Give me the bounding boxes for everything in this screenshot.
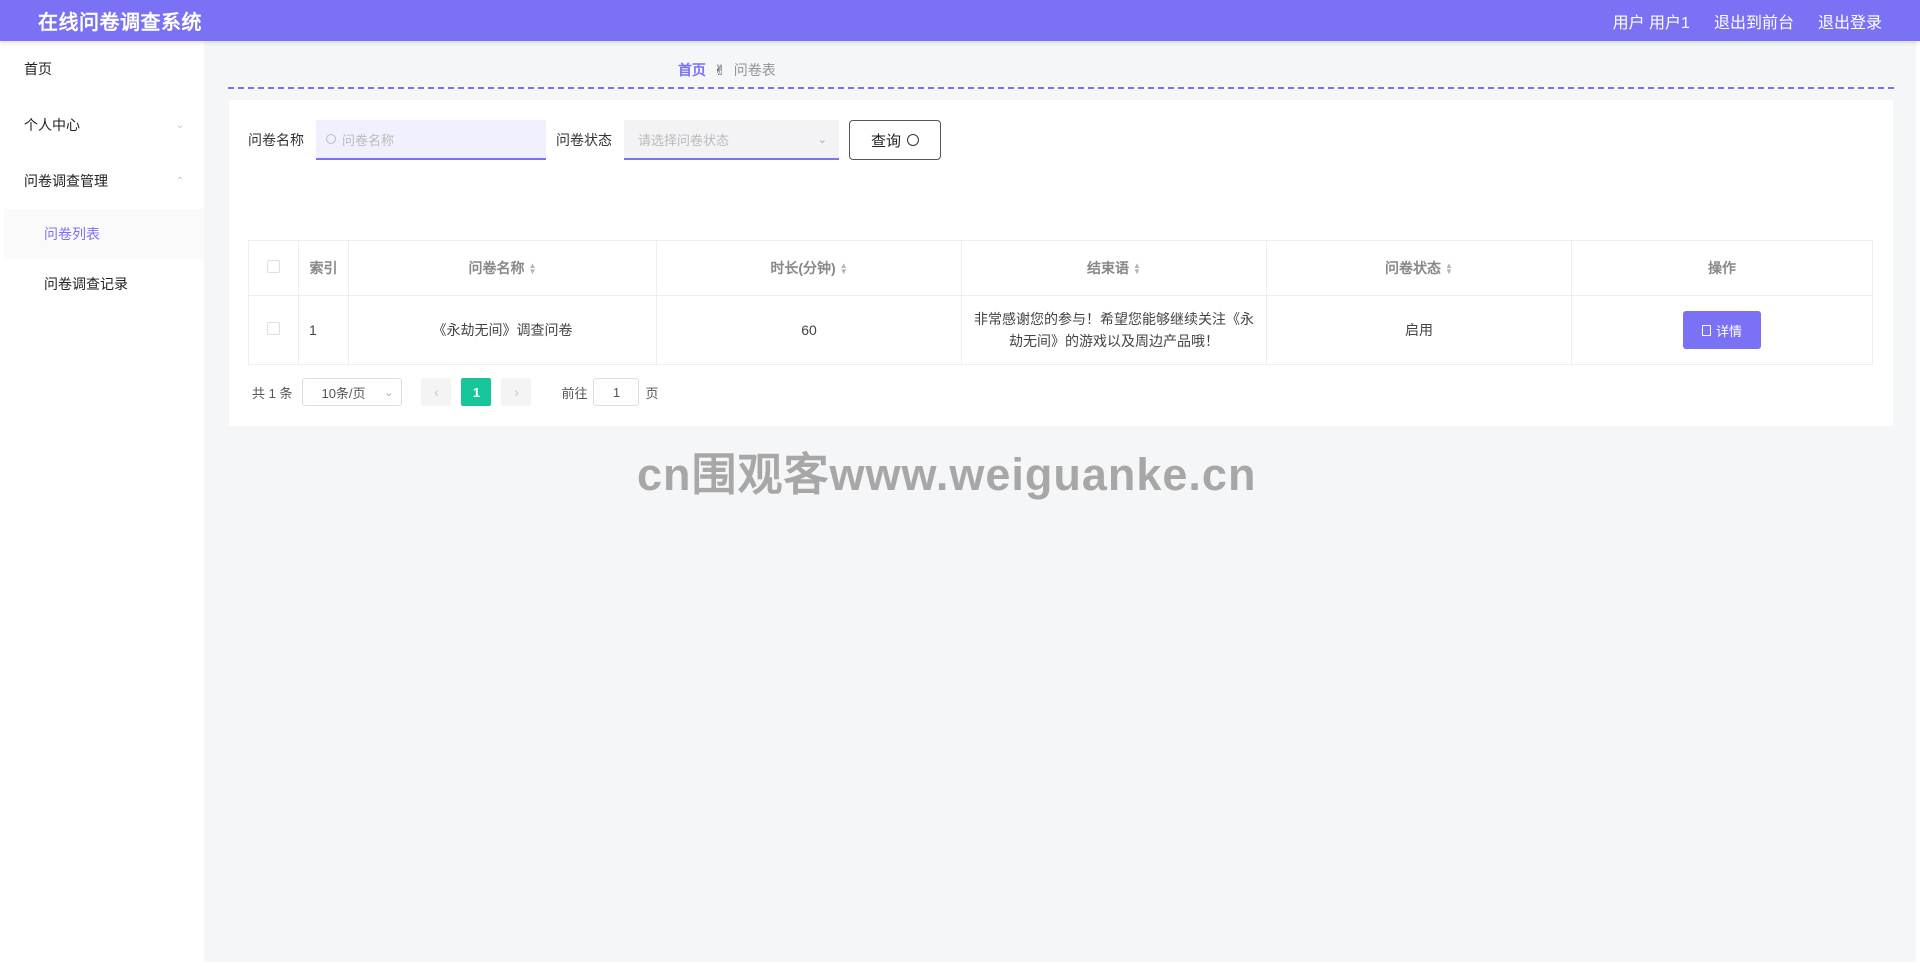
sidebar-item-survey-list[interactable]: 问卷列表 bbox=[4, 209, 204, 259]
survey-name-placeholder: 问卷名称 bbox=[342, 132, 395, 148]
sort-icon[interactable]: ▲ ▼ bbox=[1133, 262, 1141, 276]
search-bar: 问卷名称 问卷名称 问卷状态 请选择问卷状态 ⌄ 查询 bbox=[248, 120, 941, 160]
content-card: 问卷名称 问卷名称 问卷状态 请选择问卷状态 ⌄ 查询 索引 问卷名称 ▲ ▼ 时长… bbox=[229, 100, 1893, 426]
sidebar-item-label: 首页 bbox=[24, 61, 52, 77]
row-ending: 非常感谢您的参与！希望您能够继续关注《永劫无间》的游戏以及周边产品哦！ bbox=[961, 295, 1267, 365]
col-ending-label: 结束语 bbox=[1087, 260, 1130, 276]
sidebar-item-profile[interactable]: 个人中心 ⌄ bbox=[4, 97, 204, 153]
goto-label: 前往 bbox=[561, 385, 588, 401]
sidebar-item-label: 问卷列表 bbox=[44, 226, 100, 242]
row-status: 启用 bbox=[1266, 295, 1572, 365]
col-ending[interactable]: 结束语 ▲ ▼ bbox=[961, 240, 1267, 296]
search-icon bbox=[907, 134, 919, 146]
header-actions: 用户 用户1 退出到前台 退出登录 bbox=[1613, 9, 1882, 33]
watermark: cn围观客www.weiguanke.cn bbox=[637, 449, 1257, 500]
page-size-value: 10条/页 bbox=[321, 385, 366, 401]
col-index: 索引 bbox=[298, 240, 349, 296]
select-all-cell bbox=[248, 240, 299, 296]
chevron-down-icon: ⌄ bbox=[175, 119, 184, 131]
table-header-row: 索引 问卷名称 ▲ ▼ 时长(分钟) ▲ ▼ 结束语 ▲ ▼ 问卷状态 ▲ ▼ 操作 bbox=[248, 240, 1873, 296]
exit-to-frontend-link[interactable]: 退出到前台 bbox=[1714, 9, 1794, 33]
sidebar-item-label: 个人中心 bbox=[24, 117, 80, 133]
sidebar-item-home[interactable]: 首页 bbox=[4, 41, 204, 97]
breadcrumb-current: 问卷表 bbox=[733, 62, 776, 78]
app-title: 在线问卷调查系统 bbox=[38, 12, 202, 34]
search-icon bbox=[326, 134, 336, 144]
page-size-select[interactable]: 10条/页 ⌄ bbox=[302, 378, 403, 406]
sidebar-item-survey-management[interactable]: 问卷调查管理 ⌃ bbox=[4, 153, 204, 209]
table-row: 1 《永劫无间》调查问卷 60 非常感谢您的参与！希望您能够继续关注《永劫无间》… bbox=[248, 295, 1873, 365]
pagination: 共 1 条 10条/页 ⌄ ‹ 1 › 前往 1 页 bbox=[252, 378, 659, 406]
breadcrumb-home[interactable]: 首页 bbox=[678, 60, 706, 80]
status-label: 问卷状态 bbox=[556, 132, 612, 148]
col-duration-label: 时长(分钟) bbox=[770, 260, 836, 276]
select-all-checkbox[interactable] bbox=[267, 260, 280, 273]
detail-button[interactable]: 详情 bbox=[1683, 311, 1761, 349]
sidebar: 首页 个人中心 ⌄ 问卷调查管理 ⌃ 问卷列表 问卷调查记录 bbox=[4, 41, 204, 963]
logout-link[interactable]: 退出登录 bbox=[1818, 9, 1882, 33]
name-label: 问卷名称 bbox=[248, 132, 304, 148]
col-name-label: 问卷名称 bbox=[468, 260, 525, 276]
sort-icon[interactable]: ▲ ▼ bbox=[529, 262, 537, 276]
survey-status-select[interactable]: 请选择问卷状态 ⌄ bbox=[624, 120, 839, 160]
survey-status-placeholder: 请选择问卷状态 bbox=[638, 132, 730, 148]
row-duration: 60 bbox=[656, 295, 962, 365]
col-action: 操作 bbox=[1571, 240, 1873, 296]
chevron-down-icon: ⌄ bbox=[817, 133, 827, 146]
next-page-button[interactable]: › bbox=[501, 378, 532, 406]
page-number-current[interactable]: 1 bbox=[461, 378, 492, 406]
goto-page-input[interactable]: 1 bbox=[593, 378, 640, 406]
chevron-up-icon: ⌃ bbox=[175, 175, 184, 187]
survey-name-input[interactable]: 问卷名称 bbox=[316, 120, 546, 160]
sidebar-item-label: 问卷调查管理 bbox=[24, 173, 108, 189]
hand-icon: ✌ bbox=[714, 61, 726, 78]
document-icon bbox=[1701, 324, 1711, 336]
col-name[interactable]: 问卷名称 ▲ ▼ bbox=[348, 240, 657, 296]
page-jumper: 前往 1 页 bbox=[561, 378, 659, 406]
breadcrumb: 首页 ✌ 问卷表 bbox=[678, 60, 776, 80]
chevron-down-icon: ⌄ bbox=[384, 386, 394, 399]
survey-table: 索引 问卷名称 ▲ ▼ 时长(分钟) ▲ ▼ 结束语 ▲ ▼ 问卷状态 ▲ ▼ 操作 1 《永劫… bbox=[248, 240, 1873, 365]
col-status-label: 问卷状态 bbox=[1385, 260, 1442, 276]
prev-page-button[interactable]: ‹ bbox=[421, 378, 452, 406]
page-suffix: 页 bbox=[645, 385, 659, 401]
col-status[interactable]: 问卷状态 ▲ ▼ bbox=[1266, 240, 1572, 296]
detail-button-label: 详情 bbox=[1715, 323, 1742, 339]
sort-icon[interactable]: ▲ ▼ bbox=[1445, 262, 1453, 276]
sidebar-item-survey-records[interactable]: 问卷调查记录 bbox=[4, 259, 204, 309]
sort-icon[interactable]: ▲ ▼ bbox=[840, 262, 848, 276]
row-index: 1 bbox=[298, 295, 349, 365]
breadcrumb-divider bbox=[228, 87, 1894, 89]
query-button[interactable]: 查询 bbox=[849, 120, 941, 160]
row-select-cell bbox=[248, 295, 299, 365]
row-checkbox[interactable] bbox=[267, 322, 280, 335]
row-action-cell: 详情 bbox=[1571, 295, 1873, 365]
row-name: 《永劫无间》调查问卷 bbox=[348, 295, 657, 365]
pagination-total: 共 1 条 bbox=[252, 385, 293, 401]
top-header: 在线问卷调查系统 用户 用户1 退出到前台 退出登录 bbox=[0, 0, 1920, 41]
query-button-label: 查询 bbox=[870, 132, 901, 150]
col-duration[interactable]: 时长(分钟) ▲ ▼ bbox=[656, 240, 962, 296]
current-user: 用户 用户1 bbox=[1612, 14, 1690, 32]
sidebar-item-label: 问卷调查记录 bbox=[44, 276, 128, 292]
